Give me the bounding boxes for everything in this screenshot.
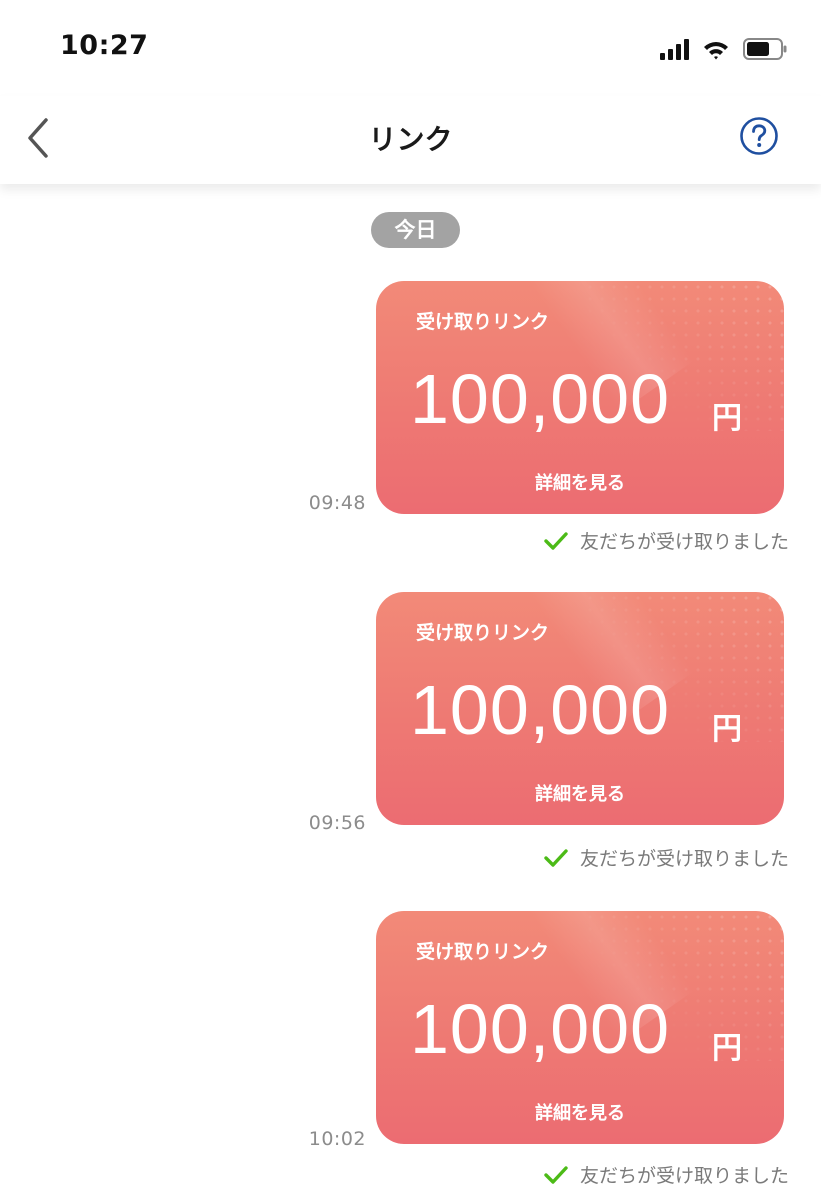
receive-link-card[interactable]: 受け取りリンク 100,000 円 詳細を見る	[376, 592, 784, 825]
card-amount: 100,000	[410, 671, 671, 749]
received-status-text: 友だちが受け取りました	[579, 1165, 789, 1187]
view-details-link[interactable]: 詳細を見る	[376, 1099, 784, 1125]
page-title: リンク	[368, 123, 453, 156]
check-icon	[544, 1165, 568, 1184]
check-icon	[544, 848, 568, 867]
view-details-link[interactable]: 詳細を見る	[376, 469, 784, 495]
card-amount: 100,000	[410, 360, 671, 438]
received-status: 友だちが受け取りました	[544, 527, 789, 554]
question-mark-circle-icon	[740, 117, 778, 155]
message-time: 10:02	[308, 1128, 366, 1150]
received-status-text: 友だちが受け取りました	[579, 848, 789, 870]
date-separator: 今日	[371, 212, 460, 248]
card-label: 受け取りリンク	[416, 311, 550, 333]
check-icon	[544, 531, 568, 550]
cellular-signal-icon	[660, 38, 689, 60]
help-button[interactable]	[739, 116, 779, 156]
received-status-text: 友だちが受け取りました	[579, 531, 789, 553]
card-currency-unit: 円	[712, 1031, 742, 1066]
navigation-bar: リンク	[0, 96, 821, 184]
status-bar: 10:27	[0, 0, 821, 96]
card-label: 受け取りリンク	[416, 622, 550, 644]
card-currency-unit: 円	[712, 401, 742, 436]
received-status: 友だちが受け取りました	[544, 1161, 789, 1188]
receive-link-card[interactable]: 受け取りリンク 100,000 円 詳細を見る	[376, 911, 784, 1144]
status-time: 10:27	[60, 30, 149, 61]
view-details-link[interactable]: 詳細を見る	[376, 780, 784, 806]
card-currency-unit: 円	[712, 712, 742, 747]
wifi-icon	[703, 40, 729, 60]
receive-link-card[interactable]: 受け取りリンク 100,000 円 詳細を見る	[376, 281, 784, 514]
card-label: 受け取りリンク	[416, 941, 550, 963]
received-status: 友だちが受け取りました	[544, 844, 789, 871]
status-icons	[660, 38, 787, 60]
battery-icon	[743, 38, 787, 60]
card-amount: 100,000	[410, 990, 671, 1068]
message-time: 09:56	[308, 812, 366, 834]
message-list: 今日 受け取りリンク 100,000 円 詳細を見る 09:48 友だちが受け取…	[0, 184, 821, 1200]
screen: 10:27 リンク 今日 受け取りリンク 100,000 円 詳細を見る 09:…	[0, 0, 821, 1200]
message-time: 09:48	[308, 492, 366, 514]
